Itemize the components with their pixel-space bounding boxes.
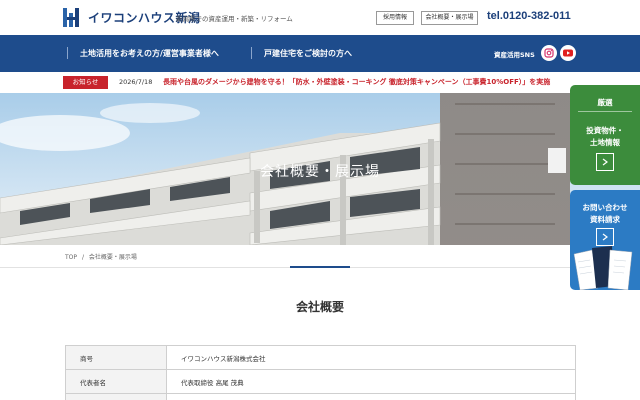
news-badge: お知らせ	[63, 76, 108, 89]
section-title: 会社概要	[295, 300, 344, 314]
hero-banner: 会社概要・展示場	[0, 93, 640, 245]
news-bar: お知らせ 2026/7/18 長雨や台風のダメージから建物を守る！「防水・外壁塗…	[0, 72, 640, 93]
breadcrumb-home[interactable]: TOP	[65, 254, 77, 261]
chevron-right-icon[interactable]	[596, 228, 614, 246]
instagram-icon[interactable]	[541, 45, 557, 61]
hero-title: 会社概要・展示場	[260, 164, 380, 180]
side-panel-label: お問い合わせ	[582, 203, 628, 212]
breadcrumb: TOP / 会社概要・展示場	[65, 252, 140, 261]
main-nav: 土地活用をお考えの方/運営事業者様へ 戸建住宅をご検討の方へ 資産活用SNS	[0, 35, 640, 72]
table-label: 商号	[65, 345, 167, 370]
table-label: 代表者名	[65, 369, 167, 394]
table-value: イワコンハウス新潟株式会社	[166, 345, 576, 370]
nav-item-house[interactable]: 戸建住宅をご検討の方へ	[264, 48, 352, 59]
breadcrumb-accent-line	[290, 266, 350, 268]
phone-number[interactable]: tel.0120-382-011	[487, 10, 571, 22]
company-button[interactable]: 会社概要・展示場	[421, 11, 478, 25]
nav-separator	[67, 47, 68, 59]
side-panel-label: 資料請求	[590, 215, 620, 224]
side-divider	[578, 111, 632, 112]
table-value: 代表取締役 高尾 茂典	[166, 369, 576, 394]
breadcrumb-current: 会社概要・展示場	[88, 254, 137, 261]
side-panel-contact[interactable]: お問い合わせ 資料請求	[570, 190, 640, 290]
sns-label: 資産活用SNS	[494, 51, 535, 59]
brochure-icon	[573, 246, 633, 290]
recruit-button[interactable]: 採用情報	[376, 11, 414, 25]
table-value	[166, 393, 576, 400]
youtube-icon[interactable]	[560, 45, 576, 61]
table-row	[65, 393, 576, 400]
breadcrumb-separator: /	[81, 254, 84, 261]
site-tagline: 新潟県での資産運用・新築・リフォーム	[176, 15, 293, 23]
site-header: イワコンハウス新潟 新潟県での資産運用・新築・リフォーム 採用情報 会社概要・展…	[0, 0, 640, 35]
nav-item-land-use[interactable]: 土地活用をお考えの方/運営事業者様へ	[80, 48, 219, 59]
logo-mark-icon	[63, 8, 83, 27]
table-row: 代表者名 代表取締役 高尾 茂典	[65, 369, 576, 394]
table-row: 商号 イワコンハウス新潟株式会社	[65, 345, 576, 370]
news-link[interactable]: 長雨や台風のダメージから建物を守る！「防水・外壁塗装・コーキング 徹底対策キャン…	[163, 77, 550, 87]
side-panel-label: 投資物件・	[586, 126, 624, 135]
side-panel-top-label: 厳選	[597, 98, 613, 107]
chevron-right-icon[interactable]	[596, 153, 614, 171]
side-panel-label: 土地情報	[590, 138, 620, 147]
company-info-table: 商号 イワコンハウス新潟株式会社 代表者名 代表取締役 高尾 茂典	[65, 345, 576, 400]
news-date: 2026/7/18	[119, 78, 153, 86]
side-panel-properties[interactable]: 厳選 投資物件・ 土地情報	[570, 85, 640, 185]
table-label	[65, 393, 167, 400]
nav-separator	[251, 47, 252, 59]
